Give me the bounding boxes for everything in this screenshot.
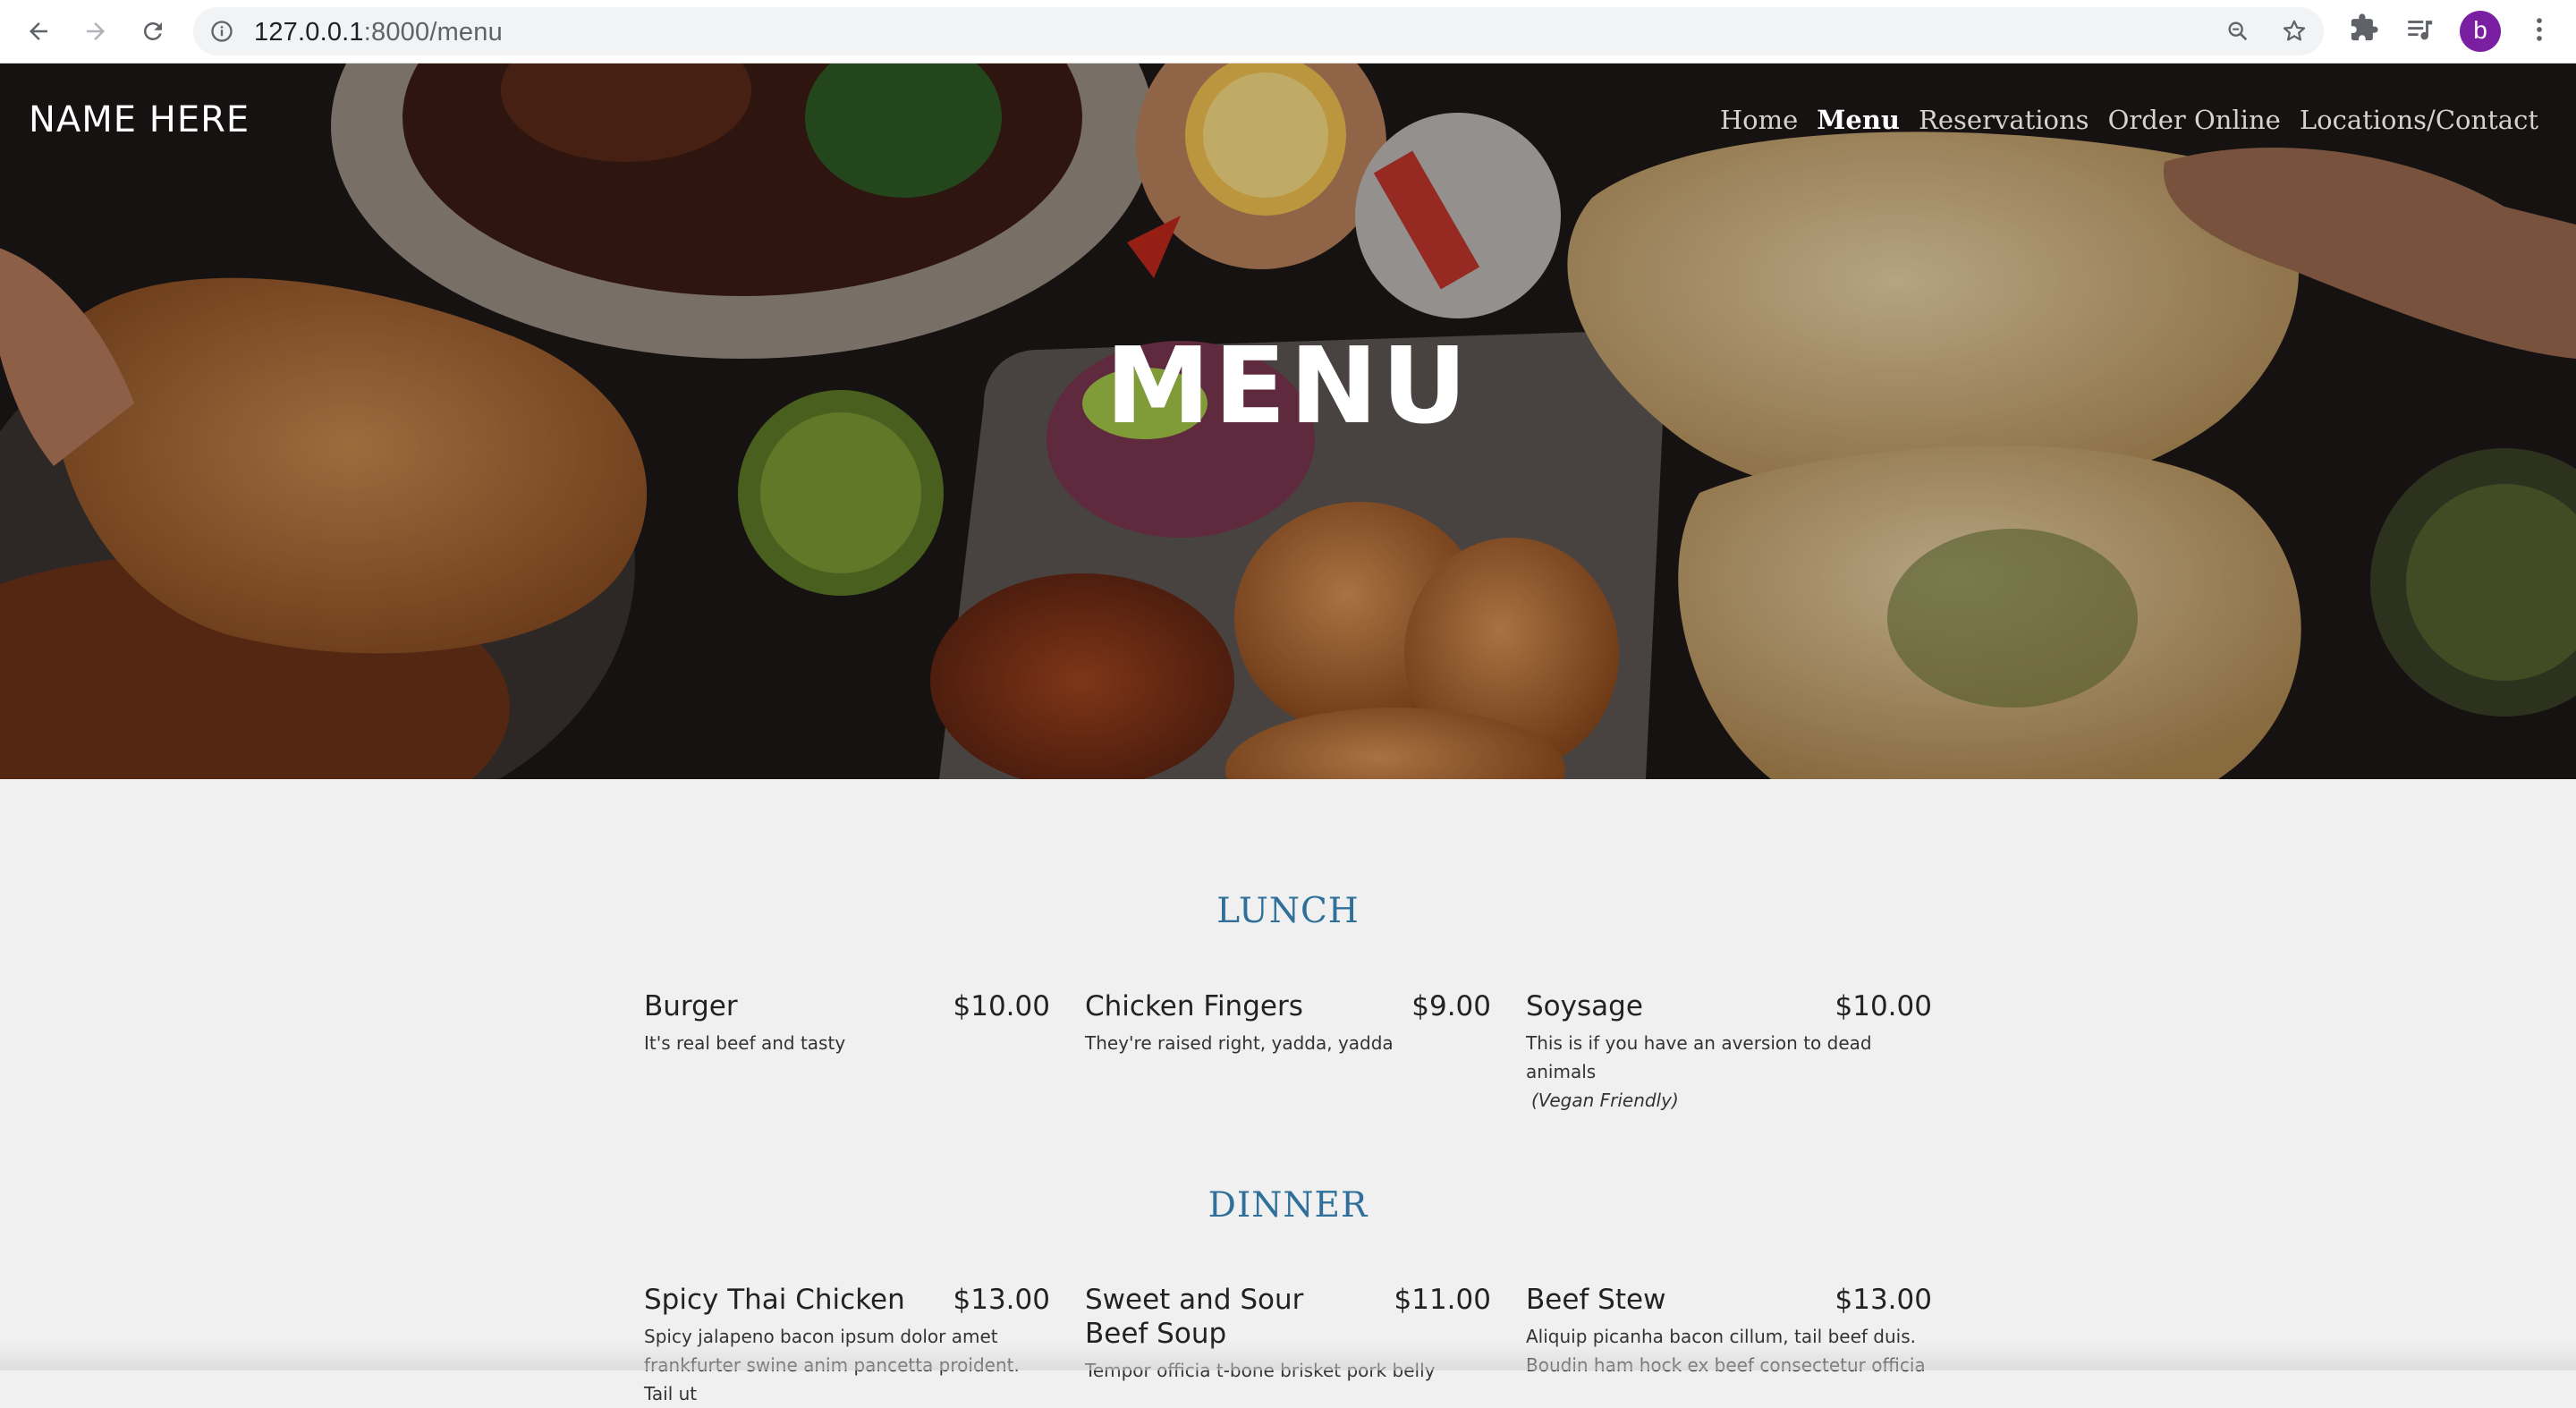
item-name: Beef Stew [1526,1284,1666,1316]
hero-banner: NAME HERE Home Menu Reservations Order O… [0,64,2576,779]
nav-order-online[interactable]: Order Online [2108,105,2281,135]
star-icon[interactable] [2281,18,2308,45]
media-icon[interactable] [2404,14,2435,45]
back-icon [30,22,47,40]
page-title: MENU [1105,324,1471,447]
site-brand[interactable]: NAME HERE [29,99,250,140]
item-name: Spicy Thai Chicken [644,1284,905,1316]
item-description: They're raised right, yadda, yadda [1085,1032,1394,1054]
item-price: $9.00 [1411,990,1491,1022]
reload-button[interactable] [132,11,174,52]
nav-locations-contact[interactable]: Locations/Contact [2300,105,2538,135]
menu-item: Burger $10.00 It's real beef and tasty [644,989,1050,1057]
nav-reservations[interactable]: Reservations [1919,105,2089,135]
section-title-dinner: DINNER [1208,1185,1368,1226]
item-price: $13.00 [953,1284,1050,1316]
profile-avatar[interactable]: b [2460,11,2501,52]
nav-home[interactable]: Home [1720,105,1798,135]
menu-item: Soysage $10.00 This is if you have an av… [1526,989,1932,1115]
zoom-icon[interactable] [2225,19,2250,44]
url-text[interactable]: 127.0.0.1:8000/menu [254,18,503,47]
item-description: It's real beef and tasty [644,1032,846,1054]
item-name: Chicken Fingers [1085,990,1303,1022]
forward-icon [87,22,105,40]
reload-icon [143,21,162,40]
address-bar[interactable]: 127.0.0.1:8000/menu [193,7,2324,55]
scroll-fade [0,1342,2576,1370]
item-name: Burger [644,990,738,1022]
item-note: (Vegan Friendly) [1531,1090,1679,1111]
section-title-lunch: LUNCH [1216,891,1360,931]
item-name: Soysage [1526,990,1643,1022]
item-price: $10.00 [1835,990,1932,1022]
info-icon[interactable] [209,19,234,44]
item-price: $10.00 [953,990,1050,1022]
menu-item: Chicken Fingers $9.00 They're raised rig… [1085,989,1491,1057]
back-button[interactable] [18,11,59,52]
kebab-menu-icon[interactable] [2524,14,2555,45]
nav-menu[interactable]: Menu [1817,105,1900,135]
item-name: Sweet and Sour Beef Soup [1085,1284,1304,1350]
item-description: This is if you have an aversion to dead … [1526,1032,1872,1082]
item-price: $11.00 [1394,1284,1491,1316]
item-price: $13.00 [1835,1284,1932,1316]
extensions-icon[interactable] [2349,13,2379,43]
main-nav: Home Menu Reservations Order Online Loca… [1720,105,2538,135]
browser-toolbar: 127.0.0.1:8000/menu b [0,0,2576,64]
forward-button[interactable] [75,11,116,52]
